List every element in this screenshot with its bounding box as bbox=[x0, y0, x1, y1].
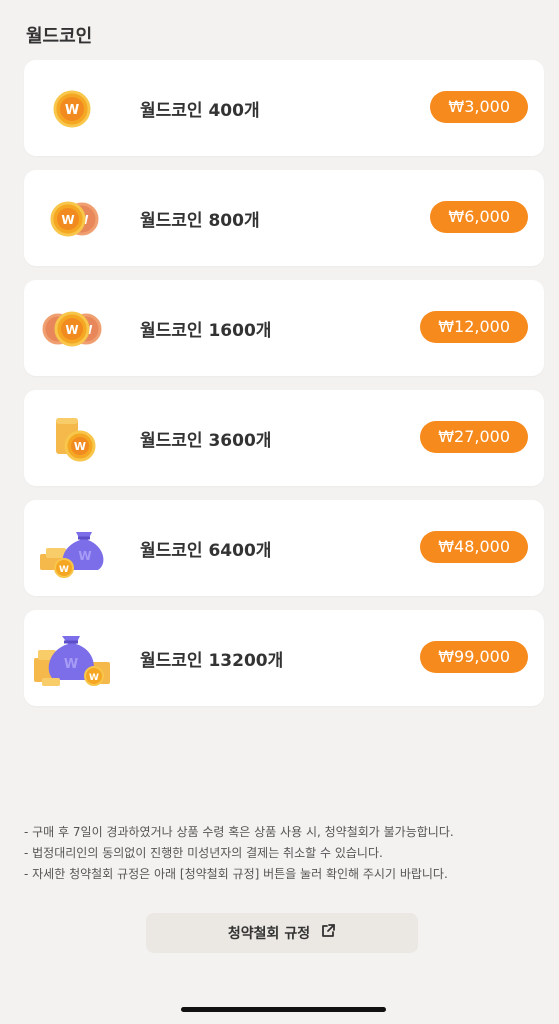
product-label: 월드코인 800개 bbox=[140, 211, 260, 231]
three-coins-icon: W W bbox=[32, 298, 112, 360]
product-list: W 월드코인 400개 ₩3,000 W W 월드코인 800개 ₩6,000 … bbox=[24, 60, 544, 720]
home-indicator bbox=[181, 1007, 386, 1012]
coin-stack-icon: W bbox=[32, 408, 112, 470]
product-item-800[interactable]: W W 월드코인 800개 ₩6,000 bbox=[24, 170, 544, 266]
price-button[interactable]: ₩6,000 bbox=[430, 201, 528, 233]
svg-text:W: W bbox=[65, 323, 78, 337]
price-button[interactable]: ₩3,000 bbox=[430, 91, 528, 123]
single-coin-icon: W bbox=[32, 78, 112, 140]
product-label: 월드코인 6400개 bbox=[140, 541, 272, 561]
svg-text:W: W bbox=[65, 103, 79, 118]
refund-policy-button[interactable]: 청약철회 규정 bbox=[146, 913, 418, 953]
refund-notice: - 구매 후 7일이 경과하였거나 상품 수령 혹은 상품 사용 시, 청약철회… bbox=[24, 822, 544, 885]
price-button[interactable]: ₩27,000 bbox=[420, 421, 528, 453]
price-button[interactable]: ₩12,000 bbox=[420, 311, 528, 343]
price-button[interactable]: ₩48,000 bbox=[420, 531, 528, 563]
coin-bag-large-icon: W W bbox=[32, 628, 112, 690]
notice-line: - 자세한 청약철회 규정은 아래 [청약철회 규정] 버튼을 눌러 확인해 주… bbox=[24, 867, 448, 881]
two-coins-icon: W W bbox=[32, 188, 112, 250]
product-item-6400[interactable]: W W 월드코인 6400개 ₩48,000 bbox=[24, 500, 544, 596]
price-button[interactable]: ₩99,000 bbox=[420, 641, 528, 673]
svg-text:W: W bbox=[64, 657, 78, 672]
coin-bag-icon: W W bbox=[32, 518, 112, 580]
notice-line: - 법정대리인의 동의없이 진행한 미성년자의 결제는 취소할 수 있습니다. bbox=[24, 846, 383, 860]
svg-text:W: W bbox=[89, 673, 99, 683]
product-item-13200[interactable]: W W 월드코인 13200개 ₩99,000 bbox=[24, 610, 544, 706]
product-item-400[interactable]: W 월드코인 400개 ₩3,000 bbox=[24, 60, 544, 156]
svg-text:W: W bbox=[74, 440, 86, 453]
product-item-3600[interactable]: W 월드코인 3600개 ₩27,000 bbox=[24, 390, 544, 486]
svg-text:W: W bbox=[61, 213, 74, 227]
external-link-icon bbox=[320, 923, 336, 943]
product-label: 월드코인 400개 bbox=[140, 101, 260, 121]
section-title: 월드코인 bbox=[26, 26, 93, 47]
product-label: 월드코인 13200개 bbox=[140, 651, 284, 671]
notice-line: - 구매 후 7일이 경과하였거나 상품 수령 혹은 상품 사용 시, 청약철회… bbox=[24, 825, 454, 839]
product-label: 월드코인 1600개 bbox=[140, 321, 272, 341]
product-item-1600[interactable]: W W 월드코인 1600개 ₩12,000 bbox=[24, 280, 544, 376]
svg-text:W: W bbox=[78, 549, 91, 563]
svg-text:W: W bbox=[59, 565, 69, 575]
product-label: 월드코인 3600개 bbox=[140, 431, 272, 451]
refund-policy-label: 청약철회 규정 bbox=[227, 926, 311, 942]
